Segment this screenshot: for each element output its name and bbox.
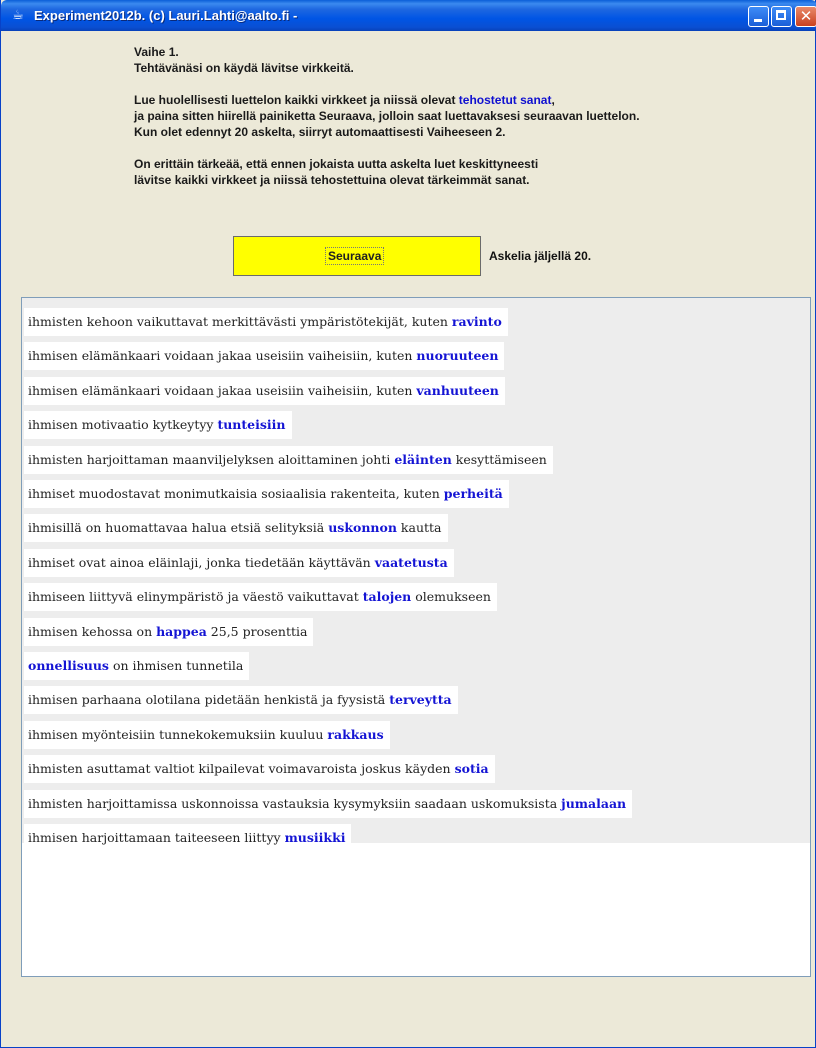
sentence-text: ihmisten harjoittaman maanviljelyksen al… (28, 451, 395, 467)
importance-line: lävitse kaikki virkkeet ja niissä tehost… (134, 173, 530, 187)
sentence-keyword: onnellisuus (28, 658, 109, 673)
instruction-line: Kun olet edennyt 20 askelta, siirryt aut… (134, 125, 506, 139)
sentence-row: ihmisten harjoittaman maanviljelyksen al… (24, 445, 553, 474)
sentence-keyword: eläinten (394, 451, 452, 467)
minimize-icon (754, 19, 762, 22)
sentence-text: ihmiseen liittyvä elinympäristö ja väest… (28, 589, 363, 605)
sentence-text: ihmiset ovat ainoa eläinlaji, jonka tied… (28, 554, 375, 570)
sentence-text: on ihmisen tunnetila (108, 658, 244, 673)
sentence-text: ihmisen parhaana olotilana pidetään henk… (28, 692, 390, 708)
sentence-text: ihmisten harjoittamissa uskonnoissa vast… (28, 795, 562, 811)
sentence-row: ihmisten harjoittamissa uskonnoissa vast… (24, 789, 633, 818)
close-button[interactable]: ✕ (795, 6, 816, 27)
sentence-row: ihmisen elämänkaari voidaan jakaa useisi… (24, 376, 505, 405)
sentence-keyword: vanhuuteen (416, 382, 499, 398)
sentence-keyword: ravinto (451, 314, 502, 329)
sentence-keyword: vaatetusta (374, 554, 448, 570)
sentence-row: ihmisen motivaatio kytkeytyy tunteisiin (24, 411, 292, 440)
sentence-keyword: talojen (362, 589, 412, 605)
sentence-text: ihmisen elämänkaari voidaan jakaa useisi… (28, 348, 417, 364)
sentence-row: ihmisten kehoon vaikuttavat merkittäväst… (24, 308, 508, 336)
sentence-text: kautta (396, 520, 442, 536)
sentence-text: ihmisen myönteisiin tunnekokemuksiin kuu… (28, 726, 328, 742)
sentence-text: ihmisten kehoon vaikuttavat merkittäväst… (28, 314, 452, 329)
maximize-icon (776, 10, 786, 20)
sentence-keyword: nuoruuteen (416, 348, 499, 364)
sentence-keyword: musiikki (284, 830, 346, 845)
app-window: ☕ Experiment2012b. (c) Lauri.Lahti@aalto… (0, 0, 816, 1048)
sentence-keyword: jumalaan (561, 795, 627, 811)
sentence-keyword: happea (156, 623, 207, 639)
sentence-text: ihmisten asuttamat valtiot kilpailevat v… (28, 761, 455, 777)
steps-remaining: Askelia jäljellä 20. (489, 249, 592, 263)
sentence-keyword: perheitä (443, 486, 503, 501)
instruction-paragraph: Lue huolellisesti luettelon kaikki virkk… (134, 93, 555, 107)
phase-label: Vaihe 1. (134, 45, 179, 59)
sentence-text: ihmisen kehossa on (28, 623, 157, 639)
sentence-keyword: rakkaus (327, 726, 384, 742)
sentence-text: ihmiset muodostavat monimutkaisia sosiaa… (28, 486, 444, 501)
sentence-text: kesyttämiseen (451, 451, 547, 467)
close-icon: ✕ (799, 7, 813, 25)
instruction-line: ja paina sitten hiirellä painiketta Seur… (134, 109, 640, 123)
sentence-row: ihmiset ovat ainoa eläinlaji, jonka tied… (24, 548, 454, 577)
sentence-text: ihmisen motivaatio kytkeytyy (28, 417, 218, 433)
highlight-example: tehostetut sanat (458, 93, 552, 107)
maximize-button[interactable] (771, 6, 792, 27)
sentence-row: ihmisten asuttamat valtiot kilpailevat v… (24, 755, 495, 784)
sentence-row: ihmiset muodostavat monimutkaisia sosiaa… (24, 480, 509, 508)
sentence-text: 25,5 prosenttia (206, 623, 308, 639)
sentence-list[interactable]: ihmisten kehoon vaikuttavat merkittäväst… (21, 297, 811, 977)
sentence-row: ihmisen kehossa on happea 25,5 prosentti… (24, 617, 314, 646)
sentence-row: ihmisillä on huomattavaa halua etsiä sel… (24, 514, 448, 543)
sentence-text: olemukseen (411, 589, 491, 605)
sentence-row: ihmiseen liittyvä elinympäristö ja väest… (24, 583, 497, 612)
java-cup-icon: ☕ (12, 8, 24, 23)
sentence-keyword: tunteisiin (217, 417, 286, 433)
importance-line: On erittäin tärkeää, että ennen jokaista… (134, 157, 539, 171)
sentence-text: ihmisillä on huomattavaa halua etsiä sel… (28, 520, 329, 536)
sentence-row: ihmisen myönteisiin tunnekokemuksiin kuu… (24, 720, 390, 749)
title-bar[interactable]: ☕ Experiment2012b. (c) Lauri.Lahti@aalto… (1, 0, 816, 31)
minimize-button[interactable] (748, 6, 769, 27)
sentence-text: ihmisen harjoittamaan taiteeseen liittyy (28, 830, 285, 845)
sentence-row: onnellisuus on ihmisen tunnetila (24, 652, 250, 680)
sentence-row: ihmisen harjoittamaan taiteeseen liittyy… (24, 824, 352, 852)
task-text: Tehtävänäsi on käydä lävitse virkkeitä. (134, 61, 354, 75)
sentence-text: ihmisen elämänkaari voidaan jakaa useisi… (28, 382, 417, 398)
instructions: Vaihe 1. Tehtävänäsi on käydä lävitse vi… (134, 44, 794, 188)
next-button-label: Seuraava (325, 247, 385, 265)
window-title: Experiment2012b. (c) Lauri.Lahti@aalto.f… (34, 8, 298, 23)
next-button[interactable]: Seuraava (233, 236, 481, 276)
sentence-keyword: uskonnon (328, 520, 397, 536)
sentence-keyword: sotia (454, 761, 489, 777)
sentence-keyword: terveytta (389, 692, 452, 708)
sentence-row: ihmisen elämänkaari voidaan jakaa useisi… (24, 342, 505, 371)
sentence-row: ihmisen parhaana olotilana pidetään henk… (24, 686, 458, 715)
